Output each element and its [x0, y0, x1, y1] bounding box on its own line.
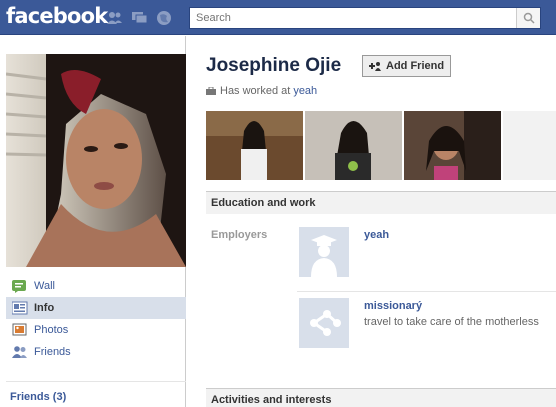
employer-name[interactable]: missionarý: [364, 300, 422, 312]
info-icon: [12, 301, 28, 315]
wall-icon: [12, 280, 26, 293]
photo-placeholder: [503, 111, 556, 180]
nav-item-label: Info: [34, 302, 55, 314]
friend-requests-icon[interactable]: [106, 10, 123, 26]
friends-count-link[interactable]: Friends (3): [10, 391, 66, 403]
photo-strip: [206, 111, 556, 180]
messages-icon[interactable]: [131, 10, 148, 26]
add-friend-button[interactable]: Add Friend: [362, 55, 451, 77]
profile-name: Josephine Ojie: [206, 55, 342, 76]
search-button[interactable]: [516, 8, 540, 28]
nav-item-label: Photos: [34, 324, 69, 336]
work-link[interactable]: yeah: [293, 85, 317, 97]
search-icon: [523, 12, 535, 24]
employer-logo[interactable]: [299, 227, 349, 277]
profile-picture[interactable]: [6, 54, 186, 267]
nav-item-info[interactable]: Info: [6, 297, 186, 319]
left-column: Wall Info Photos Friends Friends (3): [0, 36, 186, 407]
notifications-icon[interactable]: [156, 10, 173, 26]
photo-thumbnail[interactable]: [404, 111, 501, 180]
employer-description: travel to take care of the motherless: [364, 316, 539, 328]
add-friend-icon: [369, 62, 381, 71]
search-input[interactable]: [190, 8, 510, 28]
main-column: Josephine Ojie Add Friend Has worked at …: [187, 36, 556, 407]
graduate-icon: [299, 227, 349, 277]
nav-item-photos[interactable]: Photos: [6, 319, 186, 341]
divider: [6, 381, 186, 382]
employers-label: Employers: [211, 229, 268, 241]
profile-nav: Wall Info Photos Friends: [6, 275, 186, 363]
briefcase-icon: [206, 87, 216, 95]
employer-logo[interactable]: [299, 298, 349, 348]
friends-icon: [12, 346, 27, 358]
add-friend-label: Add Friend: [386, 60, 445, 72]
nav-item-label: Friends: [34, 346, 71, 358]
nav-item-friends[interactable]: Friends: [6, 341, 186, 363]
section-header-education: Education and work: [206, 191, 556, 214]
photo-thumbnail[interactable]: [206, 111, 303, 180]
search-box[interactable]: [189, 7, 541, 29]
section-header-activities: Activities and interests: [206, 388, 556, 407]
network-icon: [299, 298, 349, 348]
photos-icon: [12, 323, 27, 336]
employer-name[interactable]: yeah: [364, 229, 389, 241]
nav-item-wall[interactable]: Wall: [6, 275, 186, 297]
top-bar: facebook: [0, 0, 556, 35]
divider: [297, 291, 556, 292]
work-summary: Has worked at yeah: [206, 85, 317, 97]
nav-item-label: Wall: [34, 280, 55, 292]
work-prefix: Has worked at: [220, 85, 291, 97]
facebook-logo[interactable]: facebook: [6, 4, 108, 28]
photo-thumbnail[interactable]: [305, 111, 402, 180]
